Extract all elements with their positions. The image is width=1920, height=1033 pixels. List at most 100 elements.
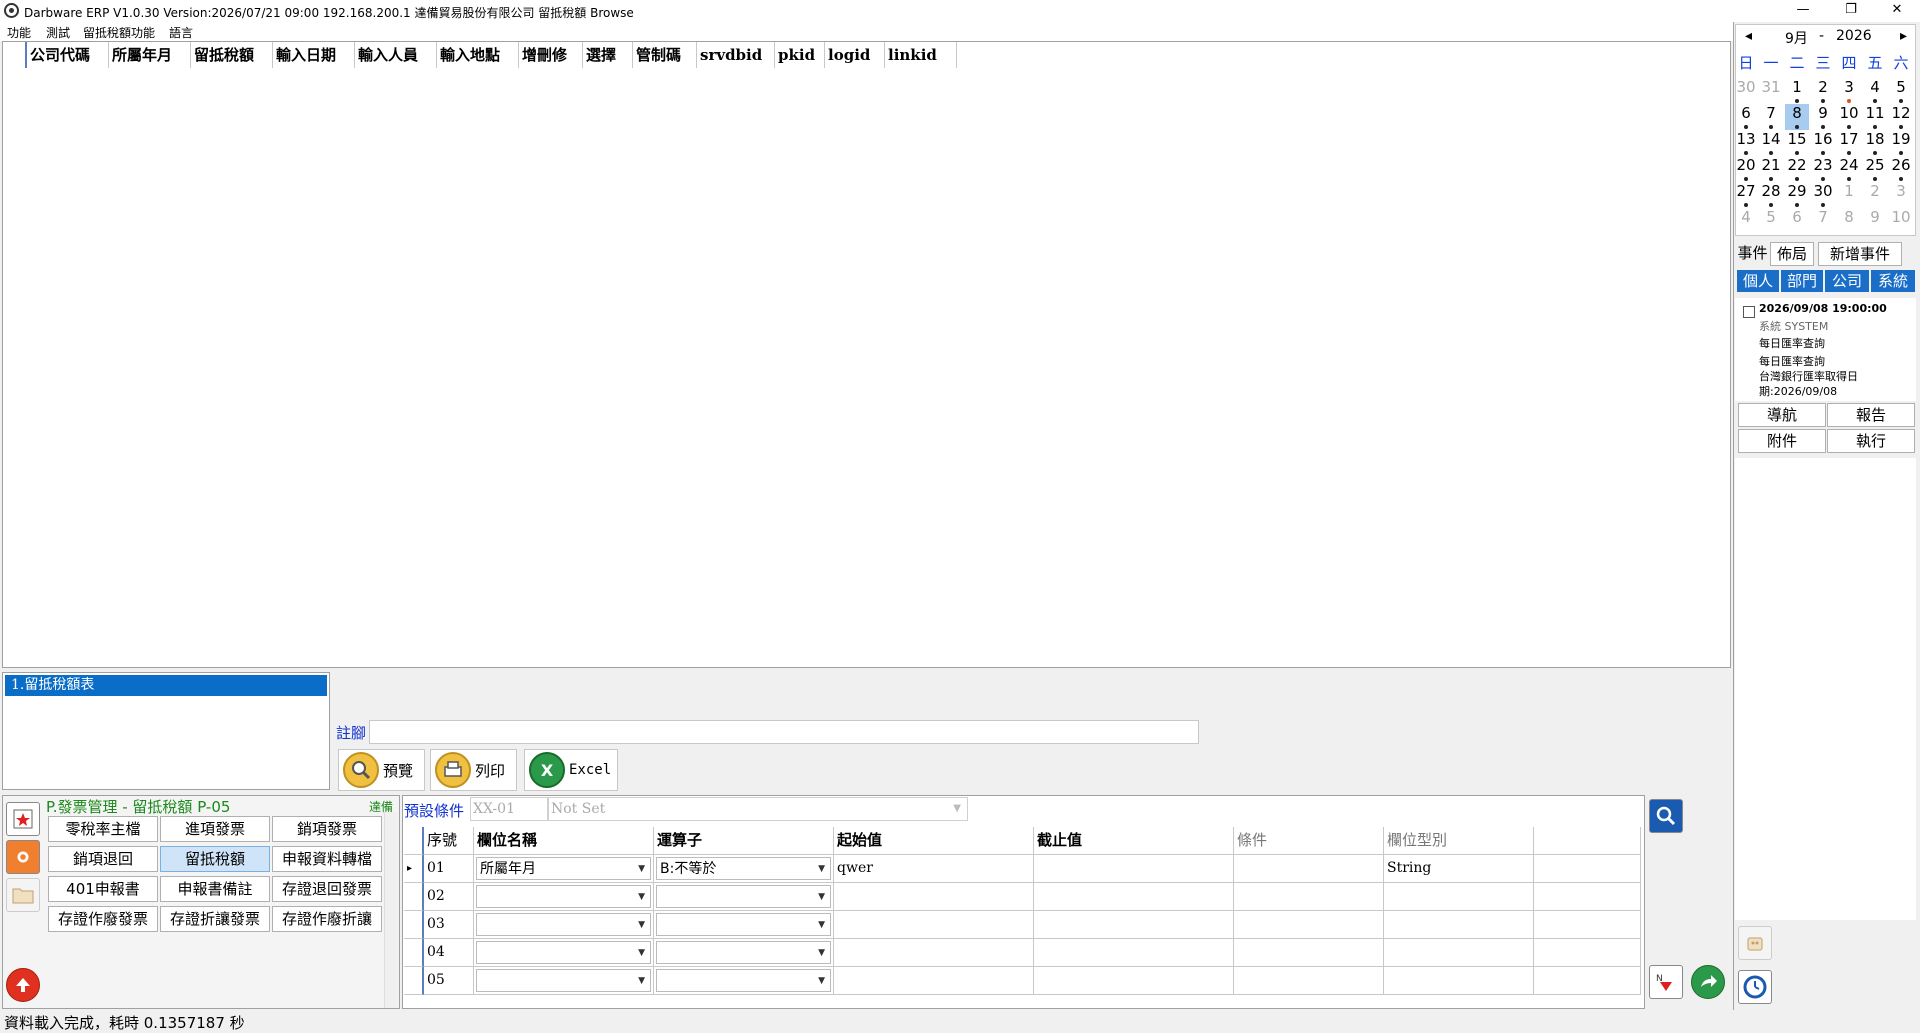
row-field-name[interactable]: 所屬年月 — [474, 855, 654, 883]
calendar-day[interactable]: 30 — [1734, 78, 1758, 104]
new-event-button[interactable]: 新增事件 — [1818, 242, 1902, 266]
calendar-day[interactable]: 27 — [1734, 182, 1758, 208]
calendar-day[interactable]: 3 — [1889, 182, 1913, 208]
calendar-day[interactable]: 8 — [1837, 208, 1861, 234]
calendar-day[interactable]: 12 — [1889, 104, 1913, 130]
calendar-month[interactable]: 9月 — [1785, 28, 1808, 48]
condition-table[interactable]: 序號 欄位名稱 運算子 起始值 截止值 條件 欄位型別 ▸ 01 所屬年月 B:… — [404, 827, 1643, 1007]
module-button-allowance-invoice[interactable]: 存證折讓發票 — [160, 906, 270, 932]
field-name-combo[interactable] — [476, 885, 651, 908]
calendar-day[interactable]: 22 — [1785, 156, 1809, 182]
module-button-void-invoice[interactable]: 存證作廢發票 — [48, 906, 158, 932]
row-end-value[interactable] — [1034, 883, 1234, 911]
row-field-name[interactable] — [474, 911, 654, 939]
attachment-button[interactable]: 附件 — [1738, 429, 1826, 453]
module-button-401-report[interactable]: 401申報書 — [48, 876, 158, 902]
row-operator[interactable] — [654, 911, 834, 939]
menu-language[interactable]: 語言 — [169, 24, 193, 41]
calendar-day[interactable]: 15 — [1785, 130, 1809, 156]
report-item-tax-credit[interactable]: 1.留抵稅額表 — [5, 675, 327, 696]
calendar-day[interactable]: 11 — [1863, 104, 1887, 130]
calendar-day[interactable]: 23 — [1811, 156, 1835, 182]
condition-row[interactable]: 02 — [404, 883, 1643, 911]
preview-button[interactable]: 預覽 — [338, 749, 425, 791]
calendar-day[interactable]: 7 — [1811, 208, 1835, 234]
field-name-combo[interactable] — [476, 941, 651, 964]
calendar-day[interactable]: 19 — [1889, 130, 1913, 156]
row-operator[interactable]: B:不等於 — [654, 855, 834, 883]
calendar-day[interactable]: 28 — [1759, 182, 1783, 208]
category-personal[interactable]: 個人 — [1737, 270, 1779, 292]
event-item[interactable]: 2026/09/08 19:00:00 系統 SYSTEM 每日匯率查詢 每日匯… — [1735, 298, 1916, 401]
row-start-value[interactable] — [834, 911, 1034, 939]
operator-combo[interactable] — [656, 969, 831, 992]
col-action[interactable]: 增刪修 — [519, 42, 583, 68]
col-tax-credit[interactable]: 留抵稅額 — [191, 42, 273, 68]
condition-row[interactable]: 03 — [404, 911, 1643, 939]
report-button[interactable]: 報告 — [1827, 403, 1915, 427]
apply-arrow-icon[interactable] — [1691, 965, 1725, 999]
condition-name-select[interactable]: Not Set ▼ — [548, 797, 968, 821]
module-scrollbar[interactable] — [384, 812, 398, 1008]
row-end-value[interactable] — [1034, 939, 1234, 967]
module-button-void-allowance[interactable]: 存證作廢折讓 — [272, 906, 382, 932]
data-grid[interactable]: 公司代碼 所屬年月 留抵稅額 輸入日期 輸入人員 輸入地點 增刪修 選擇 管制碼… — [2, 41, 1731, 668]
row-end-value[interactable] — [1034, 911, 1234, 939]
col-linkid[interactable]: linkid — [885, 42, 957, 68]
prev-month-button[interactable]: ◂ — [1745, 28, 1752, 44]
row-condition[interactable] — [1234, 939, 1384, 967]
module-gear-icon[interactable] — [6, 840, 40, 874]
calendar-day[interactable]: 9 — [1811, 104, 1835, 130]
row-end-value[interactable] — [1034, 967, 1234, 995]
field-name-combo[interactable] — [476, 969, 651, 992]
calendar-day[interactable]: 1 — [1837, 182, 1861, 208]
calendar-day[interactable]: 7 — [1759, 104, 1783, 130]
row-start-value[interactable] — [834, 883, 1034, 911]
next-month-button[interactable]: ▸ — [1900, 28, 1907, 44]
calendar-day[interactable]: 24 — [1837, 156, 1861, 182]
operator-combo[interactable]: B:不等於 — [656, 857, 831, 880]
calendar-day[interactable]: 14 — [1759, 130, 1783, 156]
row-condition[interactable] — [1234, 883, 1384, 911]
calendar-day[interactable]: 20 — [1734, 156, 1758, 182]
row-condition[interactable] — [1234, 911, 1384, 939]
module-button-returned-invoice[interactable]: 存證退回發票 — [272, 876, 382, 902]
module-button-report-note[interactable]: 申報書備註 — [160, 876, 270, 902]
calendar-day[interactable]: 10 — [1837, 104, 1861, 130]
row-operator[interactable] — [654, 939, 834, 967]
col-period[interactable]: 所屬年月 — [109, 42, 191, 68]
calendar-day[interactable]: 17 — [1837, 130, 1861, 156]
calendar-day[interactable]: 16 — [1811, 130, 1835, 156]
col-srvdbid[interactable]: srvdbid — [697, 42, 775, 68]
row-field-name[interactable] — [474, 939, 654, 967]
col-input-user[interactable]: 輸入人員 — [355, 42, 437, 68]
navigate-button[interactable]: 導航 — [1738, 403, 1826, 427]
calendar-day[interactable]: 9 — [1863, 208, 1887, 234]
row-start-value[interactable]: qwer — [834, 855, 1034, 883]
row-field-name[interactable] — [474, 883, 654, 911]
event-checkbox[interactable] — [1743, 306, 1755, 318]
calendar-day[interactable]: 30 — [1811, 182, 1835, 208]
col-company-code[interactable]: 公司代碼 — [27, 42, 109, 68]
calendar-day[interactable]: 5 — [1759, 208, 1783, 234]
row-start-value[interactable] — [834, 967, 1034, 995]
operator-combo[interactable] — [656, 913, 831, 936]
new-condition-icon[interactable]: N — [1649, 965, 1683, 999]
tab-layout[interactable]: 佈局 — [1770, 242, 1814, 266]
upload-arrow-icon[interactable] — [6, 968, 40, 1002]
search-icon[interactable] — [1649, 799, 1683, 833]
col-select[interactable]: 選擇 — [583, 42, 633, 68]
calendar-day[interactable]: 1 — [1785, 78, 1809, 104]
condition-code-field[interactable]: XX-01 — [470, 797, 548, 821]
module-button-report-transfer[interactable]: 申報資料轉檔 — [272, 846, 382, 872]
col-input-location[interactable]: 輸入地點 — [437, 42, 519, 68]
calendar-day[interactable]: 8 — [1785, 104, 1809, 130]
calendar-day[interactable]: 10 — [1889, 208, 1913, 234]
minimize-button[interactable]: — — [1780, 0, 1826, 22]
calendar-day[interactable]: 29 — [1785, 182, 1809, 208]
calendar-day[interactable]: 18 — [1863, 130, 1887, 156]
tab-events[interactable]: 事件 — [1736, 242, 1769, 266]
row-condition[interactable] — [1234, 855, 1384, 883]
category-company[interactable]: 公司 — [1825, 270, 1869, 292]
footnote-input[interactable] — [369, 720, 1199, 744]
